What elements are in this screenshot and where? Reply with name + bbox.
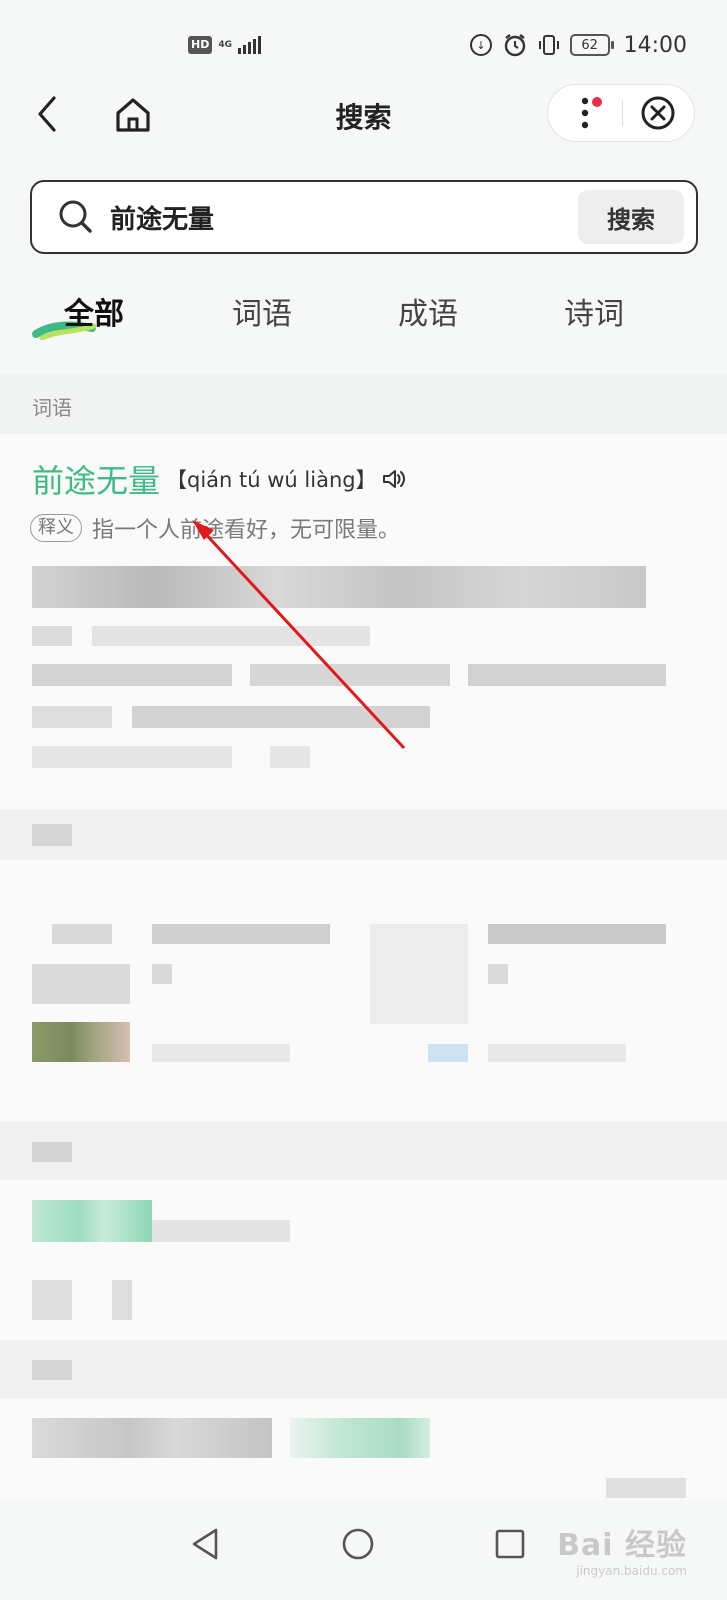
network-type: 4G: [218, 40, 232, 50]
category-tabs: 全部 词语 成语 诗词: [0, 290, 727, 350]
tab-all[interactable]: 全部: [34, 290, 154, 340]
redacted-text-block: [250, 664, 450, 686]
redacted-text-block: [270, 746, 310, 768]
redacted-text-block: [32, 1418, 272, 1458]
redacted-text-block: [488, 1044, 626, 1062]
tab-poems[interactable]: 诗词: [534, 290, 654, 340]
redacted-text-block: [52, 924, 112, 944]
definition-row: 释义 指一个人前途看好，无可限量。: [30, 512, 400, 544]
recents-square-icon[interactable]: [490, 1524, 530, 1564]
svg-text:↓: ↓: [476, 39, 485, 52]
hd-badge: HD: [188, 36, 213, 54]
section-header: [0, 374, 727, 434]
redacted-text-block: [32, 706, 112, 728]
signal-icon: [238, 36, 261, 54]
redacted-text-block: [32, 746, 232, 768]
redacted-text-block: [152, 924, 330, 944]
close-button[interactable]: [623, 85, 695, 141]
redacted-text-block: [468, 664, 666, 686]
redacted-image: [32, 964, 130, 1004]
redacted-text-block: [488, 924, 666, 944]
redacted-text-block: [32, 626, 72, 646]
watermark-sub: jingyan.baidu.com: [576, 1564, 687, 1578]
redacted-text-block: [152, 964, 172, 984]
clock: 14:00: [623, 32, 687, 58]
home-circle-icon[interactable]: [338, 1524, 378, 1564]
definition-text: 指一个人前途看好，无可限量。: [92, 518, 401, 543]
tab-idioms[interactable]: 成语: [368, 290, 488, 340]
search-icon: [59, 200, 92, 233]
redacted-text-block: [32, 824, 72, 846]
result-word[interactable]: 前途无量: [32, 456, 160, 502]
redacted-text-block: [152, 1044, 290, 1062]
mini-program-capsule: [547, 84, 695, 142]
redacted-section-header: [0, 1340, 727, 1398]
redacted-text-block: [92, 626, 370, 646]
more-button[interactable]: [548, 85, 622, 141]
redacted-text-block: [32, 1142, 72, 1162]
battery-indicator: 62: [569, 34, 614, 56]
redacted-image: [32, 1022, 130, 1062]
redacted-text-block: [488, 964, 508, 984]
system-navigation-bar: Bai 经验 jingyan.baidu.com: [0, 1500, 727, 1600]
redacted-text-block: [32, 1280, 72, 1320]
tab-words[interactable]: 词语: [202, 290, 322, 340]
redacted-section-header: [0, 810, 727, 860]
redacted-text-block: [112, 1280, 132, 1320]
result-pinyin: 【qián tú wú liàng】: [166, 468, 377, 492]
redacted-text-block: [428, 1044, 468, 1062]
watermark-main: Bai 经验: [557, 1528, 687, 1563]
redacted-text-block: [32, 1360, 72, 1380]
notification-dot: [592, 97, 602, 107]
section-label: 词语: [32, 396, 72, 420]
redacted-text-block: [32, 566, 646, 608]
redacted-text-block: [132, 706, 430, 728]
search-button[interactable]: 搜索: [578, 190, 684, 244]
more-vertical-icon: [581, 97, 588, 129]
network-indicator: HD 4G: [188, 36, 261, 54]
redacted-image: [370, 924, 468, 1024]
redacted-text-block: [32, 664, 232, 686]
watermark: Bai 经验 jingyan.baidu.com: [557, 1520, 687, 1578]
vibrate-icon: [536, 32, 562, 58]
alarm-icon: [502, 32, 528, 58]
data-saver-icon: ↓: [468, 32, 494, 58]
back-triangle-icon[interactable]: [186, 1524, 226, 1564]
speaker-icon[interactable]: [381, 466, 407, 492]
definition-badge: 释义: [30, 514, 82, 542]
redacted-text-block: [152, 1220, 290, 1242]
search-input[interactable]: [110, 202, 578, 232]
redacted-text-block: [606, 1478, 686, 1498]
redacted-text-block: [290, 1418, 430, 1458]
search-bar: 搜索: [30, 180, 698, 254]
result-word-row[interactable]: 前途无量 【qián tú wú liàng】: [32, 456, 407, 502]
redacted-section-header: [0, 1122, 727, 1180]
close-circle-icon: [641, 96, 675, 130]
redacted-text-block: [32, 1200, 152, 1242]
